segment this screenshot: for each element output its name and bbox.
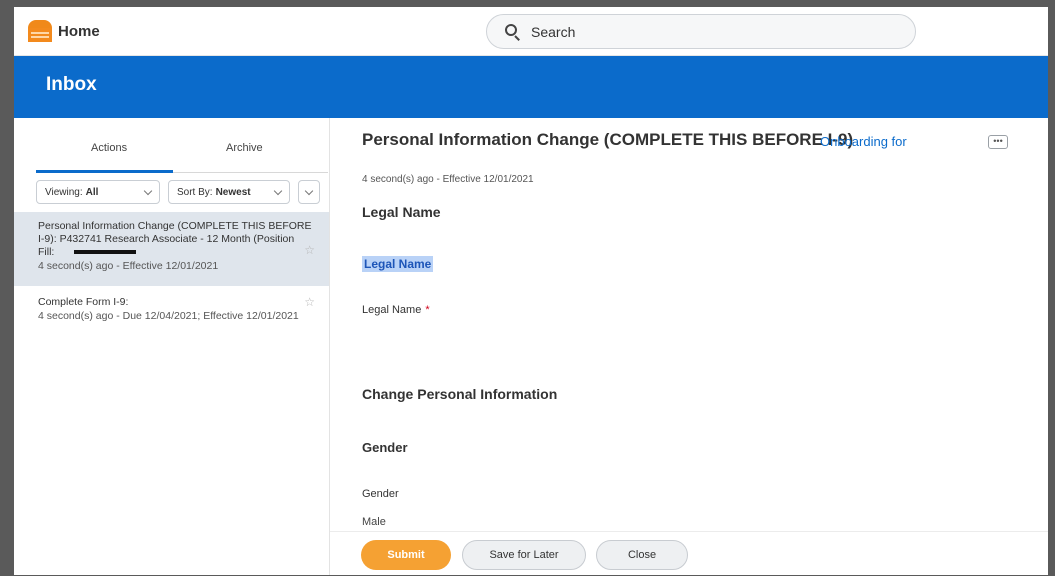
- collapse-filters-button[interactable]: [298, 180, 320, 204]
- redaction-bar: [74, 250, 137, 255]
- app-window: Home Search Inbox Actions Archive Viewin…: [14, 7, 1048, 575]
- close-button[interactable]: Close: [596, 540, 688, 570]
- chevron-down-icon: [304, 186, 314, 196]
- action-footer: Submit Save for Later Close: [330, 531, 1048, 575]
- search-icon: [505, 23, 521, 41]
- top-bar: Home Search: [14, 7, 1048, 56]
- tab-archive[interactable]: Archive: [226, 142, 263, 154]
- chevron-down-icon: [273, 186, 283, 196]
- inbox-item-title: Complete Form I-9:: [38, 296, 129, 308]
- gender-field-label: Gender: [362, 488, 399, 500]
- viewing-value: All: [85, 186, 99, 198]
- save-for-later-button[interactable]: Save for Later: [462, 540, 586, 570]
- task-meta: 4 second(s) ago - Effective 12/01/2021: [362, 174, 534, 185]
- page-header: Inbox: [14, 56, 1048, 118]
- star-icon[interactable]: ☆: [304, 244, 315, 257]
- sort-label: Sort By:: [177, 186, 213, 198]
- onboarding-link[interactable]: Onboarding for: [820, 134, 907, 149]
- legal-name-field-label: Legal Name *: [362, 304, 430, 316]
- inbox-item-title-line: Personal Information Change (COMPLETE TH…: [38, 220, 312, 232]
- chevron-down-icon: [143, 186, 153, 196]
- section-gender: Gender: [362, 440, 408, 455]
- star-icon[interactable]: ☆: [304, 296, 315, 309]
- detail-panel: Personal Information Change (COMPLETE TH…: [330, 118, 1048, 575]
- inbox-item-title: Personal Information Change (COMPLETE TH…: [38, 220, 319, 259]
- gender-value: Male: [362, 516, 386, 528]
- viewing-label: Viewing:: [45, 186, 83, 198]
- inbox-item-title-line: I-9): P432741 Research Associate - 12 Mo…: [38, 233, 295, 245]
- inbox-item[interactable]: Complete Form I-9: 4 second(s) ago - Due…: [14, 288, 329, 332]
- page-title: Inbox: [46, 74, 97, 95]
- home-link[interactable]: Home: [28, 20, 100, 42]
- inbox-list-panel: Actions Archive Viewing: All Sort By: Ne…: [14, 118, 330, 575]
- inbox-item-selected[interactable]: Personal Information Change (COMPLETE TH…: [14, 212, 329, 286]
- section-change-personal-information: Change Personal Information: [362, 386, 558, 402]
- search-placeholder: Search: [531, 23, 576, 40]
- inbox-item-subtitle: 4 second(s) ago - Effective 12/01/2021: [38, 260, 219, 272]
- required-marker: *: [425, 304, 430, 316]
- legal-name-subheading: Legal Name: [362, 256, 434, 272]
- inbox-tabs: Actions Archive: [36, 132, 328, 173]
- legal-name-label-text: Legal Name: [362, 304, 422, 316]
- tab-actions[interactable]: Actions: [91, 142, 127, 154]
- section-legal-name: Legal Name: [362, 204, 441, 220]
- sort-select[interactable]: Sort By: Newest: [168, 180, 290, 204]
- search-input[interactable]: Search: [486, 14, 916, 49]
- home-label: Home: [58, 22, 100, 40]
- inbox-item-subtitle: 4 second(s) ago - Due 12/04/2021; Effect…: [38, 310, 299, 322]
- submit-button[interactable]: Submit: [361, 540, 451, 570]
- inbox-item-title-line: Fill:: [38, 246, 55, 258]
- viewing-select[interactable]: Viewing: All: [36, 180, 160, 204]
- more-icon[interactable]: •••: [988, 135, 1008, 149]
- active-tab-indicator: [36, 170, 173, 173]
- sort-value: Newest: [215, 186, 251, 198]
- home-icon: [28, 20, 52, 42]
- task-title: Personal Information Change (COMPLETE TH…: [362, 130, 854, 149]
